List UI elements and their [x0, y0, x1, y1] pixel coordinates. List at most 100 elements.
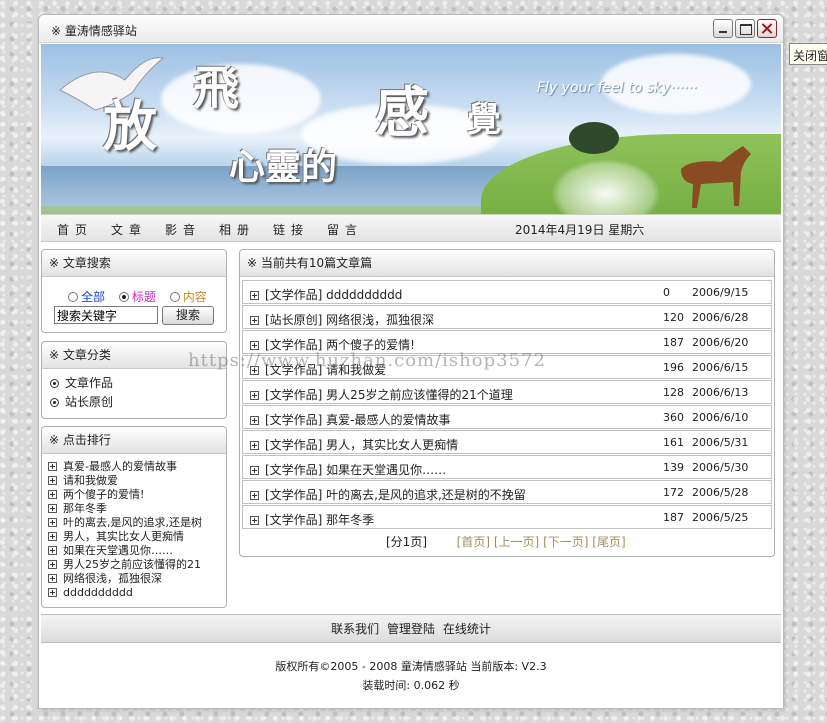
radio-icon[interactable]	[169, 292, 180, 302]
admin-login-link[interactable]: 管理登陆	[387, 622, 435, 636]
article-title[interactable]: [站长原创] 网络很浅，孤独很深	[250, 311, 434, 328]
last-page-link[interactable]: [尾页]	[592, 535, 625, 549]
article-date: 2006/5/31	[692, 436, 749, 449]
ranking-item[interactable]: 男人25岁之前应该懂得的21	[48, 558, 226, 572]
article-row[interactable]: [文学作品] 男人25岁之前应该懂得的21个道理 128 2006/6/13	[242, 380, 772, 404]
nav-links[interactable]: 链接	[273, 221, 309, 238]
article-title[interactable]: [文学作品] dddddddddd	[250, 286, 402, 303]
nav-media[interactable]: 影音	[165, 221, 201, 238]
article-date: 2006/6/15	[692, 361, 749, 374]
article-title[interactable]: [文学作品] 男人，其实比女人更痴情	[250, 436, 458, 453]
search-button[interactable]: 搜索	[162, 306, 214, 325]
search-scope-group: 全部 标题 内容	[68, 288, 207, 305]
article-hit-count: 120	[663, 311, 684, 324]
prev-page-link[interactable]: [上一页]	[494, 535, 539, 549]
article-hit-count: 187	[663, 336, 684, 349]
first-page-link[interactable]: [首页]	[457, 535, 490, 549]
ranking-item[interactable]: 叶的离去,是风的追求,还是树	[48, 516, 226, 530]
article-title-text: [文学作品] dddddddddd	[265, 288, 403, 302]
search-input[interactable]	[54, 306, 158, 324]
pagination: [分1页] [首页] [上一页] [下一页] [尾页]	[386, 533, 626, 550]
maximize-button[interactable]	[735, 19, 755, 38]
ranking-item[interactable]: 如果在天堂遇见你……	[48, 544, 226, 558]
ranking-item-label: 请和我做爱	[63, 474, 118, 487]
ranking-panel-header: ※ 点击排行	[42, 427, 226, 454]
article-date: 2006/9/15	[692, 286, 749, 299]
ranking-item[interactable]: 网络很浅，孤独很深	[48, 572, 226, 586]
article-row[interactable]: [文学作品] 那年冬季 187 2006/5/25	[242, 505, 772, 529]
ranking-item-label: 男人25岁之前应该懂得的21	[63, 558, 201, 571]
article-title-text: [文学作品] 如果在天堂遇见你……	[265, 463, 447, 477]
article-row[interactable]: [文学作品] 真爱-最感人的爱情故事 360 2006/6/10	[242, 405, 772, 429]
category-label: 站长原创	[65, 395, 114, 409]
article-title-text: [文学作品] 真爱-最感人的爱情故事	[265, 413, 451, 427]
expand-icon	[48, 588, 57, 597]
article-row[interactable]: [站长原创] 网络很浅，孤独很深 120 2006/6/28	[242, 305, 772, 329]
article-row[interactable]: [文学作品] 如果在天堂遇见你…… 139 2006/5/30	[242, 455, 772, 479]
expand-icon	[250, 516, 259, 525]
article-date: 2006/5/30	[692, 461, 749, 474]
expand-icon	[48, 504, 57, 513]
ranking-item[interactable]: 两个傻子的爱情!	[48, 488, 226, 502]
search-panel-header: ※ 文章搜索	[42, 250, 226, 277]
article-date: 2006/6/10	[692, 411, 749, 424]
online-stats-link[interactable]: 在线统计	[443, 622, 491, 636]
radio-icon[interactable]	[68, 292, 78, 302]
nav-album[interactable]: 相册	[219, 221, 255, 238]
article-title[interactable]: [文学作品] 真爱-最感人的爱情故事	[250, 411, 451, 428]
article-hit-count: 0	[663, 286, 670, 299]
horse-graphic	[681, 146, 751, 208]
expand-icon	[48, 532, 57, 541]
article-date: 2006/6/28	[692, 311, 749, 324]
article-date: 2006/6/13	[692, 386, 749, 399]
article-row[interactable]: [文学作品] 叶的离去,是风的追求,还是树的不挽留 172 2006/5/28	[242, 480, 772, 504]
ranking-item[interactable]: 那年冬季	[48, 502, 226, 516]
category-item[interactable]: 文章作品	[50, 374, 113, 393]
close-button[interactable]	[757, 19, 777, 38]
expand-icon	[250, 291, 259, 300]
current-date: 2014年4月19日 星期六	[515, 223, 645, 237]
article-date: 2006/5/25	[692, 511, 749, 524]
close-window-tooltip[interactable]: 关闭窗	[789, 43, 827, 65]
title-bar: ※ 童涛情感驿站	[39, 15, 783, 43]
expand-icon	[48, 546, 57, 555]
scope-content-label: 内容	[182, 290, 207, 304]
article-title[interactable]: [文学作品] 叶的离去,是风的追求,还是树的不挽留	[250, 486, 526, 503]
nav-home[interactable]: 首页	[57, 221, 93, 238]
scope-all-option[interactable]: 全部	[68, 290, 105, 304]
next-page-link[interactable]: [下一页]	[543, 535, 588, 549]
expand-icon	[48, 574, 57, 583]
radio-selected-icon[interactable]	[118, 292, 129, 302]
banner-char-fei: 飛	[193, 61, 239, 115]
article-hit-count: 172	[663, 486, 684, 499]
scope-content-option[interactable]: 内容	[169, 290, 207, 304]
expand-icon	[250, 391, 259, 400]
article-hit-count: 196	[663, 361, 684, 374]
article-title[interactable]: [文学作品] 如果在天堂遇见你……	[250, 461, 446, 478]
ranking-item[interactable]: dddddddddd	[48, 586, 226, 600]
category-item[interactable]: 站长原创	[50, 393, 113, 412]
expand-icon	[48, 518, 57, 527]
expand-icon	[48, 476, 57, 485]
banner-char-xinling: 心靈的	[229, 146, 338, 188]
nav-articles[interactable]: 文章	[111, 221, 147, 238]
article-row[interactable]: [文学作品] dddddddddd 0 2006/9/15	[242, 280, 772, 304]
article-row[interactable]: [文学作品] 男人，其实比女人更痴情 161 2006/5/31	[242, 430, 772, 454]
scope-title-option[interactable]: 标题	[118, 290, 156, 304]
ranking-item[interactable]: 请和我做爱	[48, 474, 226, 488]
expand-icon	[48, 462, 57, 471]
minimize-button[interactable]	[713, 19, 733, 38]
ranking-item[interactable]: 真爱-最感人的爱情故事	[48, 460, 226, 474]
ranking-list: 真爱-最感人的爱情故事 请和我做爱 两个傻子的爱情! 那年冬季 叶的离去,是风的追求,还…	[48, 460, 226, 600]
banner-image: 放 飛 感 覺 心靈的 Fly your feel to sky······	[41, 44, 781, 214]
ranking-item-label: dddddddddd	[63, 586, 133, 599]
ranking-item[interactable]: 男人，其实比女人更痴情	[48, 530, 226, 544]
article-title-text: [文学作品] 男人25岁之前应该懂得的21个道理	[265, 388, 513, 402]
nav-guestbook[interactable]: 留言	[327, 221, 363, 238]
ranking-panel: ※ 点击排行 真爱-最感人的爱情故事 请和我做爱 两个傻子的爱情! 那年冬季 叶的离去,…	[41, 426, 227, 608]
contact-link[interactable]: 联系我们	[331, 622, 379, 636]
category-list: 文章作品 站长原创	[50, 374, 113, 412]
bullet-icon	[50, 398, 59, 407]
article-title[interactable]: [文学作品] 那年冬季	[250, 511, 374, 528]
article-title[interactable]: [文学作品] 男人25岁之前应该懂得的21个道理	[250, 386, 513, 403]
